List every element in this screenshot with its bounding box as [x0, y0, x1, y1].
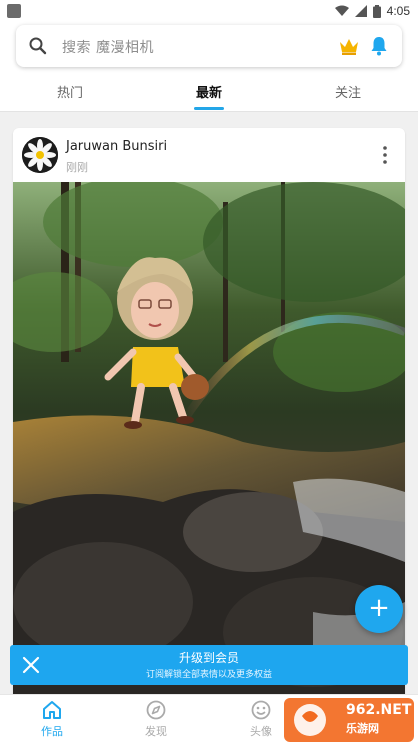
tab-latest[interactable]: 最新 — [169, 82, 249, 101]
tab-following[interactable]: 关注 — [308, 82, 388, 101]
plus-icon: + — [368, 593, 390, 623]
smiley-icon — [251, 700, 271, 720]
more-options-icon[interactable] — [383, 146, 387, 164]
status-icons: 4:05 — [334, 3, 410, 19]
compass-icon — [146, 700, 166, 720]
watermark-sub: 乐游网 — [346, 722, 379, 735]
header: 搜索 魔漫相机 热门 最新 关注 — [0, 22, 418, 112]
search-icon — [29, 37, 47, 55]
vip-subtitle: 订阅解锁全部表情以及更多权益 — [145, 670, 272, 680]
feed-tabs: 热门 最新 关注 — [0, 74, 418, 112]
nav-label: 发现 — [145, 725, 167, 738]
signal-icon — [354, 5, 367, 17]
search-input[interactable]: 搜索 魔漫相机 — [62, 37, 154, 57]
watermark-brand: 962.NET — [346, 702, 412, 718]
wifi-icon — [334, 5, 349, 16]
post-time: 刚刚 — [66, 161, 88, 174]
crown-icon[interactable] — [338, 36, 360, 56]
site-watermark: 962.NET 乐游网 — [280, 694, 418, 744]
nav-label: 作品 — [41, 725, 63, 738]
app-notification-icon — [7, 4, 21, 18]
bell-icon[interactable] — [370, 35, 388, 56]
post-image[interactable] — [13, 182, 405, 694]
search-bar[interactable]: 搜索 魔漫相机 — [16, 25, 402, 67]
battery-icon — [372, 4, 381, 18]
tab-hot[interactable]: 热门 — [30, 82, 110, 101]
home-icon — [43, 701, 61, 719]
active-tab-indicator — [194, 107, 224, 110]
post-header: Jaruwan Bunsiri 刚刚 — [13, 128, 405, 182]
vip-upgrade-banner[interactable]: 升级到会员 订阅解锁全部表情以及更多权益 — [10, 645, 408, 685]
user-name[interactable]: Jaruwan Bunsiri — [66, 139, 167, 154]
status-bar: 4:05 — [0, 0, 418, 22]
clock-time: 4:05 — [386, 4, 410, 18]
create-button[interactable]: + — [355, 585, 403, 633]
post-card[interactable]: Jaruwan Bunsiri 刚刚 — [13, 128, 405, 694]
nav-works[interactable]: 作品 — [22, 699, 82, 739]
avatar[interactable] — [22, 137, 58, 173]
nav-discover[interactable]: 发现 — [126, 699, 186, 739]
vip-title: 升级到会员 — [178, 651, 239, 665]
flower-avatar-image — [22, 137, 58, 173]
